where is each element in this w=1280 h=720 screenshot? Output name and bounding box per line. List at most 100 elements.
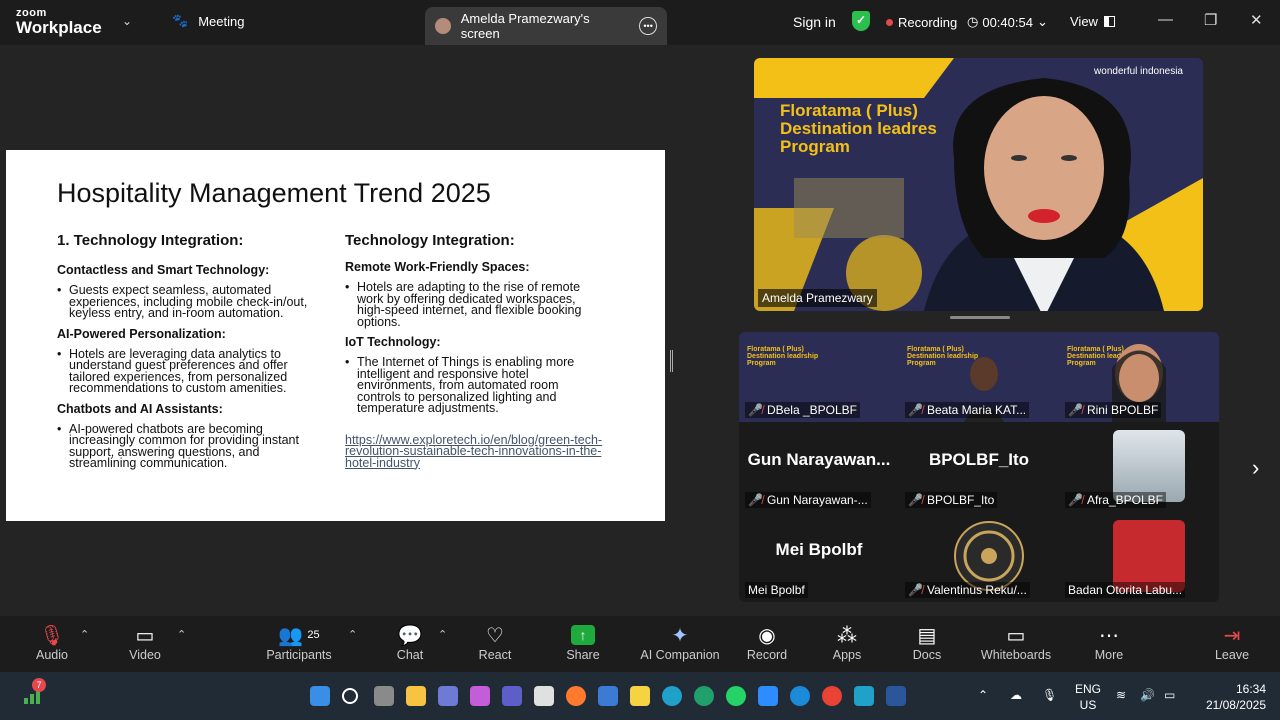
calculator-icon[interactable]	[598, 686, 618, 706]
participant-tile[interactable]: BPOLBF_Ito 🎤̸ BPOLBF_Ito	[899, 422, 1059, 512]
bullet-text: Hotels are leveraging data analytics to …	[57, 347, 322, 395]
left-heading: 1. Technology Integration:	[57, 232, 244, 249]
audio-button[interactable]: 🎙 Audio	[32, 622, 72, 663]
speaker-icon[interactable]: 🔊	[1140, 687, 1155, 703]
firefox-icon[interactable]	[566, 686, 586, 706]
zoom-icon[interactable]	[758, 686, 778, 706]
leave-button[interactable]: ⇥ Leave	[1214, 622, 1250, 663]
chat-button[interactable]: 💬 Chat	[392, 622, 428, 663]
meeting-toolbar: 🎙 Audio ⌃ ▭ Video ⌃ 👥 25 Participants ⌃ 💬…	[0, 616, 1280, 672]
record-button[interactable]: ◉ Record	[746, 622, 788, 663]
participant-tile[interactable]: 🎤̸ Valentinus Reku/...	[899, 512, 1059, 602]
onedrive-icon[interactable]: ☁	[1010, 687, 1022, 703]
caret-up-icon[interactable]: ⌃	[348, 628, 357, 641]
whatsapp-icon[interactable]	[726, 686, 746, 706]
source-link[interactable]: https://www.exploretech.io/en/blog/green…	[345, 433, 605, 470]
leave-icon: ⇥	[1223, 624, 1241, 647]
windows-start-icon[interactable]	[310, 686, 330, 706]
edge-icon[interactable]	[662, 686, 682, 706]
more-options-icon[interactable]: •••	[639, 17, 657, 35]
notepad-icon[interactable]	[854, 686, 874, 706]
docs-label: Docs	[912, 648, 942, 662]
ai-companion-button[interactable]: ✦ AI Companion	[638, 622, 722, 663]
language-indicator[interactable]: ENG US	[1072, 681, 1104, 713]
docs-button[interactable]: ▤ Docs	[911, 622, 943, 663]
app-icon[interactable]	[438, 686, 458, 706]
restore-icon[interactable]: ❐	[1204, 11, 1217, 29]
mic-icon[interactable]: 🎙	[1042, 687, 1057, 703]
sparkle-icon: ✦	[671, 624, 689, 647]
section-title: AI-Powered Personalization:	[57, 326, 226, 341]
mic-off-icon: 🎤̸	[1068, 493, 1083, 507]
search-icon[interactable]	[342, 688, 358, 704]
meeting-label: Meeting	[198, 13, 245, 29]
battery-icon[interactable]: ▭	[1164, 687, 1175, 703]
edge-beta-icon[interactable]	[790, 686, 810, 706]
speaker-video[interactable]: Floratama ( Plus) Destination leadres Pr…	[754, 58, 1203, 311]
panel-resize-grip[interactable]	[950, 316, 1010, 319]
apps-label: Apps	[832, 648, 862, 662]
word-icon[interactable]	[886, 686, 906, 706]
section-title: Contactless and Smart Technology:	[57, 263, 270, 277]
sticky-notes-icon[interactable]	[630, 686, 650, 706]
participant-tile[interactable]: Gun Narayawan... 🎤̸ Gun Narayawan-...	[739, 422, 899, 512]
banner-title: Floratama ( Plus) Destination leadrship …	[747, 346, 819, 367]
shield-check-icon[interactable]: ✓	[852, 11, 870, 31]
participant-tile[interactable]: Badan Otorita Labu...	[1059, 512, 1219, 602]
participant-tile[interactable]: Floratama ( Plus) Destination leadrship …	[899, 332, 1059, 422]
resize-handle[interactable]	[670, 350, 673, 372]
shared-screen-tab[interactable]: Amelda Pramezwary's screen •••	[425, 7, 667, 45]
brand-bottom: Workplace	[16, 18, 102, 37]
participant-tile[interactable]: Floratama ( Plus) Destination leadrship …	[739, 332, 899, 422]
recording-indicator[interactable]: Recording	[886, 15, 957, 30]
wifi-icon[interactable]: ≋	[1116, 687, 1126, 703]
video-button[interactable]: ▭ Video	[125, 622, 165, 663]
zoom-workplace-logo[interactable]: zoom Workplace	[16, 8, 102, 37]
more-button[interactable]: ⋯ More	[1092, 622, 1126, 663]
share-button[interactable]: ↑ Share	[564, 622, 602, 662]
windows-taskbar: 7 ⌃ ☁ 🎙 ENG US ≋ 🔊 ▭ 16:34 21/08/2025	[0, 672, 1280, 720]
chevron-down-icon[interactable]: ⌄	[122, 14, 132, 28]
view-button[interactable]: View	[1070, 14, 1115, 29]
meeting-menu[interactable]: 🐾 Meeting	[172, 13, 244, 29]
participant-tile[interactable]: 🎤̸ Afra_BPOLBF	[1059, 422, 1219, 512]
caret-up-icon[interactable]: ⌃	[438, 628, 447, 641]
clock-date: 21/08/2025	[1205, 698, 1266, 712]
chrome-icon[interactable]	[822, 686, 842, 706]
meeting-timer[interactable]: ◷ 00:40:54 ⌄	[967, 14, 1048, 30]
mic-off-icon: 🎤̸	[748, 403, 763, 417]
participant-tile[interactable]: Floratama ( Plus) Destination leadrship …	[1059, 332, 1219, 422]
file-explorer-icon[interactable]	[406, 686, 426, 706]
apps-icon: ⁂	[837, 624, 857, 647]
apps-button[interactable]: ⁂ Apps	[830, 622, 864, 663]
chevron-up-icon[interactable]: ⌃	[978, 687, 988, 703]
react-button[interactable]: ♡ React	[476, 622, 514, 663]
minimize-icon[interactable]: —	[1158, 11, 1173, 28]
video-label: Video	[129, 648, 161, 662]
store-icon[interactable]	[534, 686, 554, 706]
participants-button[interactable]: 👥 25 Participants	[266, 622, 332, 663]
view-layout-icon	[1103, 16, 1115, 27]
avatar	[435, 18, 451, 34]
whiteboards-button[interactable]: ▭ Whiteboards	[978, 622, 1054, 663]
clock[interactable]: 16:34 21/08/2025	[1196, 681, 1266, 713]
teams-icon[interactable]	[502, 686, 522, 706]
slide-title: Hospitality Management Trend 2025	[57, 178, 491, 208]
sign-in-button[interactable]: Sign in	[793, 14, 836, 30]
shared-slide: Hospitality Management Trend 2025 1. Tec…	[6, 150, 665, 521]
signal-widget-icon[interactable]: 7	[22, 678, 46, 706]
close-icon[interactable]: ✕	[1250, 11, 1263, 29]
participant-tile[interactable]: Mei Bpolbf Mei Bpolbf	[739, 512, 899, 602]
caret-up-icon[interactable]: ⌃	[80, 628, 89, 641]
task-view-icon[interactable]	[374, 686, 394, 706]
participant-name: BPOLBF_Ito	[926, 493, 995, 507]
language-code: ENG	[1074, 682, 1101, 696]
whiteboard-icon: ▭	[1006, 624, 1026, 647]
mic-off-icon: 🎤̸	[908, 493, 923, 507]
record-label: Record	[746, 648, 788, 662]
caret-up-icon[interactable]: ⌃	[177, 628, 186, 641]
chevron-down-icon: ⌄	[1036, 14, 1048, 29]
copilot-icon[interactable]	[470, 686, 490, 706]
chevron-right-icon[interactable]: ›	[1252, 455, 1259, 481]
edge-dev-icon[interactable]	[694, 686, 714, 706]
